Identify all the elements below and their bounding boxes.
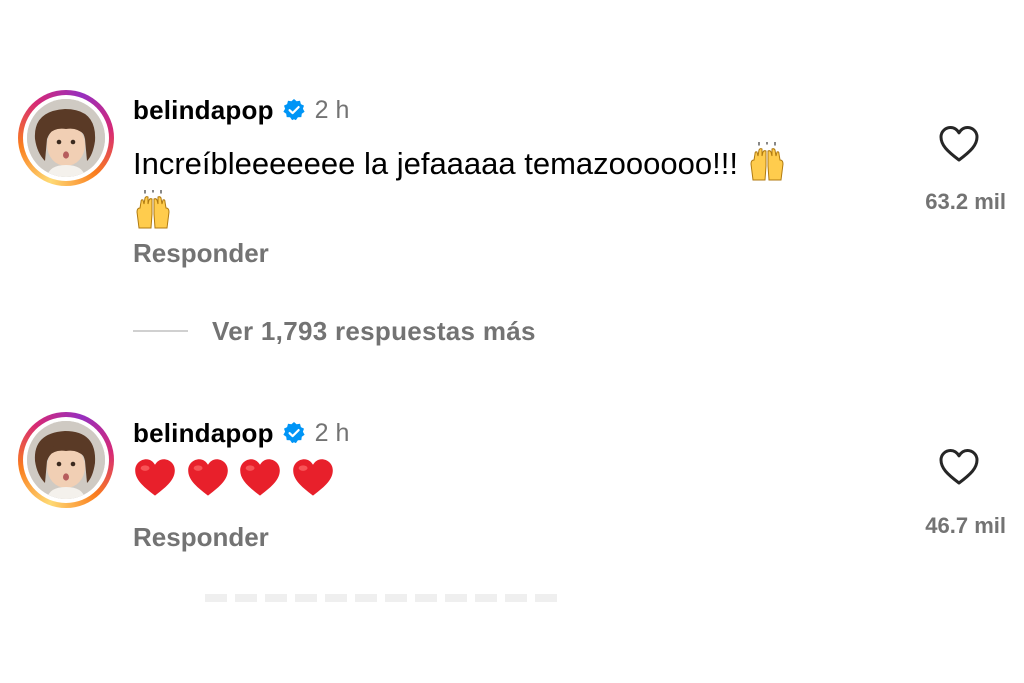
comment: belindapop 2 h Responder 46.7 mil — [0, 400, 1024, 580]
comment-header: belindapop 2 h — [133, 415, 349, 451]
view-more-replies-label[interactable]: Ver 1,793 respuestas más — [212, 316, 536, 347]
comment-text: Increíbleeeeeee la jefaaaaa temazoooooo!… — [133, 138, 893, 234]
avatar-story-ring[interactable] — [18, 412, 114, 508]
avatar-story-ring[interactable] — [18, 90, 114, 186]
avatar[interactable] — [27, 421, 105, 499]
divider-line — [133, 330, 188, 332]
heart-outline-icon[interactable] — [938, 125, 980, 163]
red-heart-emoji — [186, 458, 230, 498]
reply-button[interactable]: Responder — [133, 522, 269, 553]
avatar[interactable] — [27, 99, 105, 177]
like-count[interactable]: 46.7 mil — [925, 513, 1006, 539]
verified-badge-icon — [283, 99, 305, 121]
comment-header: belindapop 2 h — [133, 92, 349, 128]
verified-badge-icon — [283, 422, 305, 444]
comment: belindapop 2 h Increíbleeeeeee la jefaaa… — [0, 0, 1024, 346]
comment-text-content: Increíbleeeeeee la jefaaaaa temazoooooo!… — [133, 146, 738, 181]
raising-hands-emoji — [747, 138, 787, 182]
raising-hands-emoji — [133, 186, 173, 230]
red-heart-emoji — [291, 458, 335, 498]
timestamp: 2 h — [314, 95, 350, 124]
view-more-replies[interactable]: Ver 1,793 respuestas más — [133, 312, 536, 350]
username[interactable]: belindapop — [133, 95, 274, 126]
heart-outline-icon[interactable] — [938, 448, 980, 486]
username[interactable]: belindapop — [133, 418, 274, 449]
red-heart-emoji — [133, 458, 177, 498]
reply-button[interactable]: Responder — [133, 238, 269, 269]
red-heart-emoji — [238, 458, 282, 498]
timestamp: 2 h — [314, 418, 350, 447]
cropped-content — [205, 594, 565, 602]
like-count[interactable]: 63.2 mil — [925, 189, 1006, 215]
comment-text — [133, 458, 893, 502]
